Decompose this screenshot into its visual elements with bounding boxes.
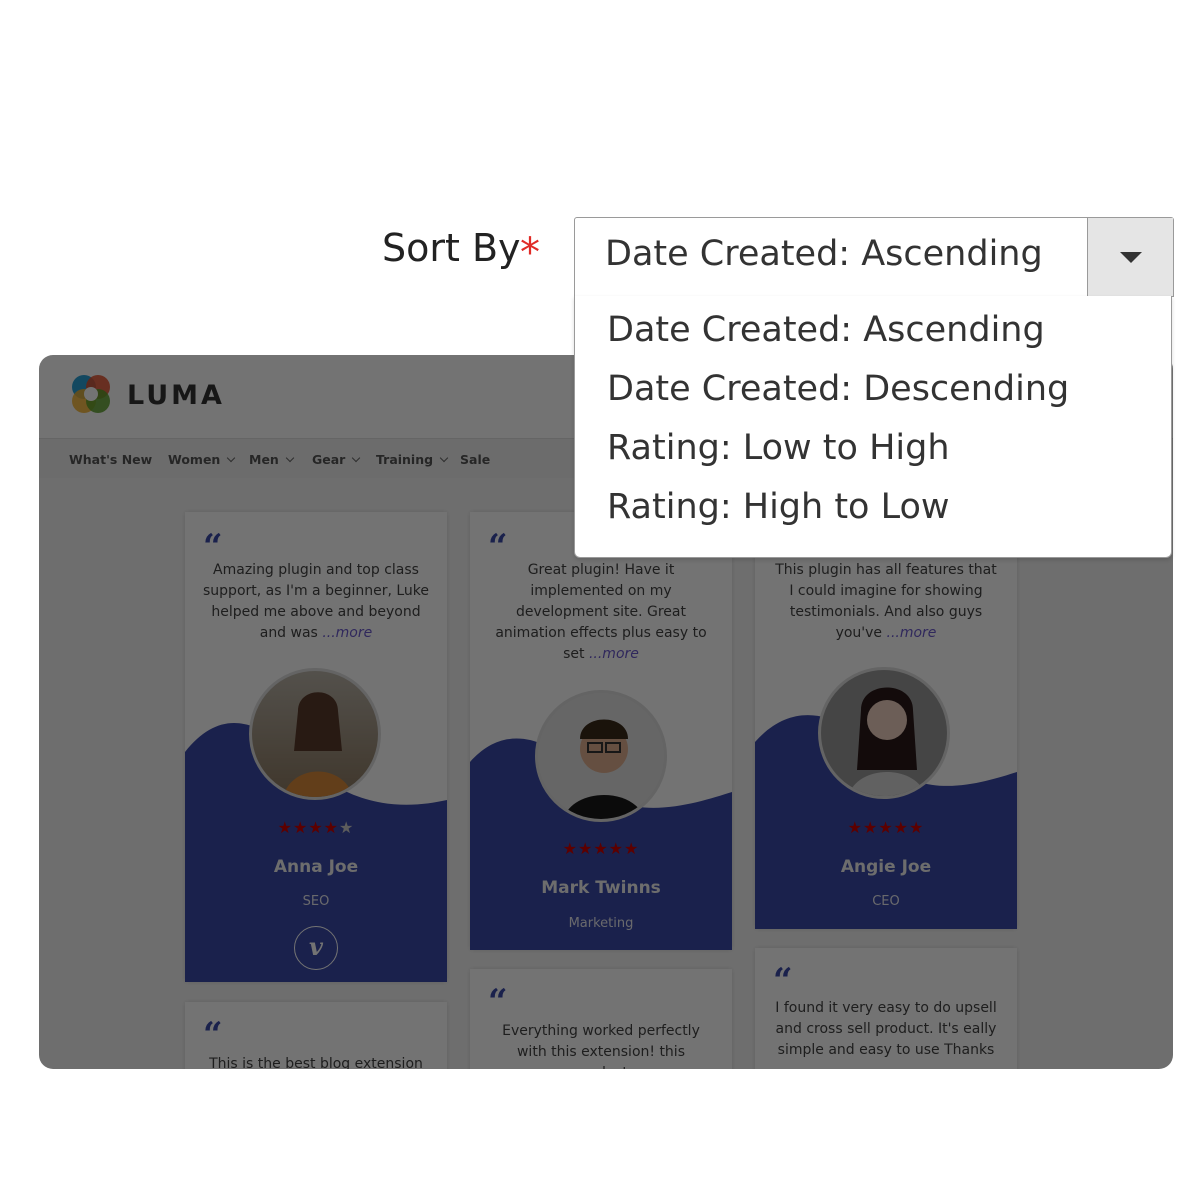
nav-training-label: Training [376, 452, 434, 467]
chevron-down-icon [352, 453, 361, 463]
avatar [249, 668, 381, 800]
avatar [818, 667, 950, 799]
testimonial-card: “ I found it very easy to do upsell and … [755, 948, 1017, 1069]
testimonial-text: Great plugin! Have it implemented on my … [488, 560, 714, 665]
more-link[interactable]: ...more [589, 646, 639, 662]
rating-stars: ★★★★★ [562, 839, 640, 858]
luma-logo-icon [72, 375, 110, 413]
chevron-down-icon [285, 453, 295, 463]
sort-by-label: Sort By [382, 226, 521, 270]
quote-icon: “ [488, 527, 508, 567]
vimeo-icon[interactable]: v [294, 926, 338, 970]
rating-stars: ★★★★★ [847, 818, 925, 837]
sort-option[interactable]: Date Created: Descending [607, 369, 1069, 409]
sort-selected-value: Date Created: Ascending [605, 234, 1043, 274]
author-role: SEO [302, 894, 330, 909]
quote-icon: “ [203, 1015, 223, 1055]
testimonial-card: “ This is the best blog extension [185, 1002, 447, 1069]
testimonial-card: “ Great plugin! Have it implemented on m… [470, 512, 732, 950]
sort-option[interactable]: Rating: High to Low [607, 487, 950, 527]
testimonial-card: “ This plugin has all features that I co… [755, 512, 1017, 929]
avatar [535, 690, 667, 822]
author-role: CEO [872, 894, 900, 909]
sort-options-list: Date Created: Ascending Date Created: De… [574, 296, 1172, 558]
author-name: Anna Joe [273, 857, 359, 877]
chevron-down-icon [227, 453, 236, 463]
chevron-down-icon [439, 453, 449, 463]
author-name: Mark Twinns [541, 878, 661, 898]
nav-sale[interactable]: Sale [460, 452, 490, 467]
testimonial-text: Everything worked perfectly with this ex… [502, 1023, 700, 1069]
nav-training[interactable]: Training [376, 452, 449, 467]
brand-name: LUMA [127, 380, 225, 411]
testimonial-card: “ Amazing plugin and top class support, … [185, 512, 447, 982]
nav-gear[interactable]: Gear [312, 452, 361, 467]
stage: LUMA What's New Women Men Gear Training … [0, 0, 1200, 1200]
testimonial-card: “ Everything worked perfectly with this … [470, 969, 732, 1069]
testimonial-body: Amazing plugin and top class support, as… [203, 562, 430, 641]
nav-gear-label: Gear [312, 452, 346, 467]
testimonial-text: This is the best blog extension [209, 1056, 423, 1069]
nav-men-label: Men [249, 452, 279, 467]
sort-by-select[interactable]: Date Created: Ascending [574, 217, 1174, 297]
testimonial-text: I found it very easy to do upsell and cr… [775, 1000, 997, 1058]
more-link[interactable]: ...more [322, 625, 372, 641]
author-role: Marketing [568, 916, 634, 931]
sort-option[interactable]: Rating: Low to High [607, 428, 950, 468]
author-name: Angie Joe [840, 857, 932, 877]
required-marker: * [520, 230, 540, 276]
dropdown-toggle[interactable] [1087, 218, 1173, 296]
nav-men[interactable]: Men [249, 452, 295, 467]
quote-icon: “ [773, 961, 793, 1001]
sort-option[interactable]: Date Created: Ascending [607, 310, 1045, 350]
testimonial-text: This plugin has all features that I coul… [773, 560, 999, 644]
nav-women[interactable]: Women [168, 452, 236, 467]
quote-icon: “ [488, 982, 508, 1022]
nav-whats-new[interactable]: What's New [69, 452, 152, 467]
more-link[interactable]: ...more [887, 625, 937, 641]
nav-women-label: Women [168, 452, 221, 467]
caret-down-icon [1120, 252, 1142, 263]
testimonial-text: Amazing plugin and top class support, as… [203, 560, 429, 644]
quote-icon: “ [203, 527, 223, 567]
rating-stars: ★★★★★ [277, 818, 355, 837]
